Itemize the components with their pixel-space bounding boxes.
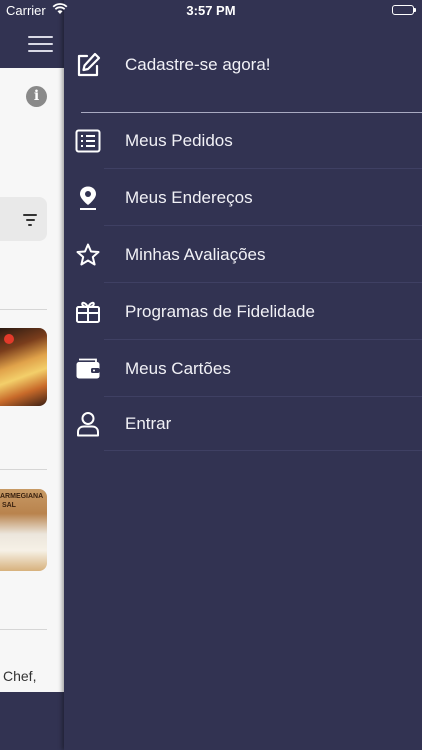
menu-item-addresses[interactable]: Meus Endereços: [64, 169, 422, 226]
user-icon: [74, 410, 102, 438]
list-icon: [74, 127, 102, 155]
menu-item-reviews[interactable]: Minhas Avaliações: [64, 226, 422, 283]
gift-icon: [74, 298, 102, 326]
bottom-bar: [0, 692, 64, 750]
register-menu-item[interactable]: Cadastre-se agora!: [64, 36, 422, 93]
register-label: Cadastre-se agora!: [125, 54, 271, 74]
image-caption: ARMEGIANA SAL: [0, 493, 44, 509]
menu-item-cards[interactable]: Meus Cartões: [64, 340, 422, 397]
background-screen: i ARMEGIANA SAL Chef,: [0, 0, 64, 750]
menu-item-label: Programas de Fidelidade: [125, 301, 315, 321]
section-divider: [0, 629, 47, 630]
menu-separator: [104, 450, 422, 451]
menu-item-login[interactable]: Entrar: [64, 397, 422, 451]
side-drawer: Cadastre-se agora! Meus Pedidos Meus End…: [64, 0, 422, 750]
battery-icon: [392, 5, 416, 15]
restaurant-description: Chef,: [3, 668, 37, 684]
info-icon[interactable]: i: [26, 86, 47, 107]
hamburger-icon[interactable]: [28, 36, 53, 54]
location-pin-icon: [74, 184, 102, 212]
section-divider: [0, 469, 47, 470]
wallet-icon: [74, 355, 102, 383]
menu-item-label: Meus Cartões: [125, 358, 231, 378]
search-filter-box[interactable]: [0, 197, 47, 241]
menu-item-loyalty[interactable]: Programas de Fidelidade: [64, 283, 422, 340]
section-divider: [0, 309, 47, 310]
menu-item-label: Meus Pedidos: [125, 130, 233, 150]
status-time: 3:57 PM: [186, 3, 236, 18]
status-bar: Carrier 3:57 PM: [0, 0, 422, 22]
menu-item-label: Entrar: [125, 414, 172, 433]
filter-icon[interactable]: [23, 214, 37, 229]
menu-item-orders[interactable]: Meus Pedidos: [64, 112, 422, 169]
star-icon: [74, 241, 102, 269]
edit-icon: [74, 51, 102, 79]
restaurant-image[interactable]: [0, 328, 47, 406]
restaurant-image[interactable]: ARMEGIANA SAL: [0, 489, 47, 571]
menu-item-label: Meus Endereços: [125, 187, 253, 207]
menu-item-label: Minhas Avaliações: [125, 244, 266, 264]
